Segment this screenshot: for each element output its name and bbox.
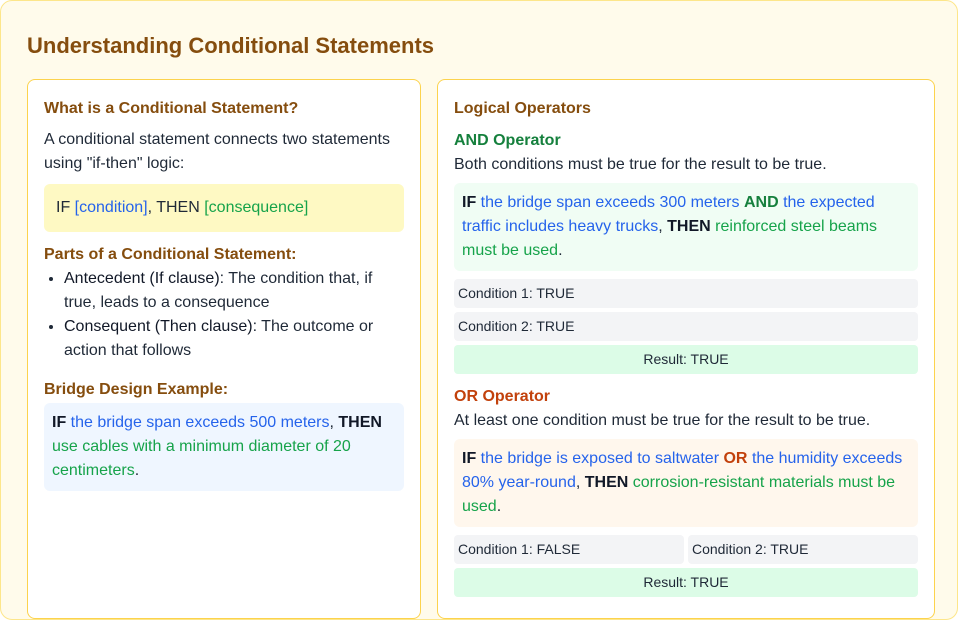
and-condition-1-row: Condition 1: TRUE — [454, 279, 918, 308]
parts-heading: Parts of a Conditional Statement: — [44, 246, 297, 263]
or-operator: OR — [723, 450, 748, 467]
example-heading: Bridge Design Example: — [44, 381, 229, 398]
or-condition-1-row: Condition 1: FALSE — [454, 535, 684, 564]
list-item: Antecedent (If clause): The condition th… — [64, 267, 404, 315]
page-title: Understanding Conditional Statements — [27, 33, 435, 58]
and-operator: AND — [743, 194, 779, 211]
or-result-row: Result: TRUE — [454, 568, 918, 597]
or-description: At least one condition must be true for … — [454, 412, 871, 429]
and-description: Both conditions must be true for the res… — [454, 156, 827, 173]
definition-intro: A conditional statement connects two sta… — [44, 131, 390, 172]
operators-panel: Logical Operators AND Operator Both cond… — [437, 79, 935, 619]
and-condition-2-row: Condition 2: TRUE — [454, 312, 918, 341]
formula-condition: [condition] — [74, 199, 148, 216]
or-example-box: IF the bridge is exposed to saltwater OR… — [454, 439, 918, 527]
part-term: Consequent (Then clause) — [64, 318, 253, 335]
or-if: IF — [462, 450, 477, 467]
example-consequence: use cables with a minimum diameter of 20… — [52, 438, 351, 479]
or-comma: , — [575, 474, 581, 491]
example-box: IF the bridge span exceeds 500 meters, T… — [44, 403, 404, 491]
and-comma: , — [658, 218, 663, 235]
lesson-card: Understanding Conditional Statements Wha… — [0, 0, 958, 620]
or-then: THEN — [584, 474, 629, 491]
and-then: THEN — [667, 218, 711, 235]
example-condition: the bridge span exceeds 500 meters — [70, 414, 330, 431]
and-if: IF — [462, 194, 477, 211]
part-term: Antecedent (If clause) — [64, 270, 220, 287]
or-condition-2-row: Condition 2: TRUE — [688, 535, 918, 564]
example-end: . — [134, 462, 140, 479]
or-condition-1: the bridge is exposed to saltwater — [480, 450, 720, 467]
parts-list: Antecedent (If clause): The condition th… — [44, 267, 404, 363]
and-heading: AND Operator — [454, 132, 561, 149]
operators-heading: Logical Operators — [454, 100, 591, 117]
formula-then: , THEN — [147, 199, 200, 216]
and-example-box: IF the bridge span exceeds 300 meters AN… — [454, 183, 918, 271]
formula-if: IF — [56, 199, 71, 216]
definition-heading: What is a Conditional Statement? — [44, 100, 299, 117]
formula-box: IF [condition], THEN [consequence] — [44, 184, 404, 232]
example-if: IF — [52, 414, 67, 431]
example-then: THEN — [338, 414, 382, 431]
and-end: . — [558, 242, 563, 259]
example-comma: , — [329, 414, 334, 431]
formula-consequence: [consequence] — [204, 199, 309, 216]
and-result-row: Result: TRUE — [454, 345, 918, 374]
or-heading: OR Operator — [454, 388, 551, 405]
or-conditions-grid: Condition 1: FALSE Condition 2: TRUE — [454, 535, 918, 564]
list-item: Consequent (Then clause): The outcome or… — [64, 315, 404, 363]
and-condition-1: the bridge span exceeds 300 meters — [480, 194, 740, 211]
definition-panel: What is a Conditional Statement? A condi… — [27, 79, 421, 619]
or-end: . — [496, 498, 502, 515]
